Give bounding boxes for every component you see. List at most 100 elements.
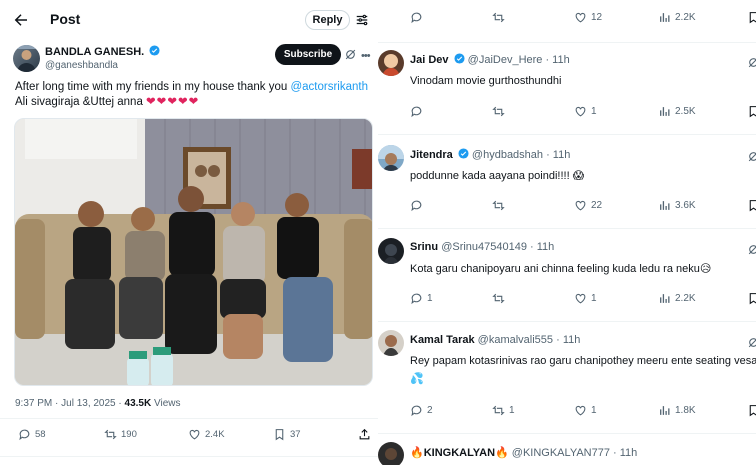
views-action[interactable]: 2.5K: [658, 105, 696, 118]
like-action[interactable]: 1: [574, 404, 597, 417]
reply-action[interactable]: 2: [410, 404, 433, 417]
author-avatar[interactable]: [13, 45, 40, 72]
reply-author[interactable]: Srinu @Srinu47540149 · 11h: [410, 241, 554, 253]
like-action[interactable]: 22: [574, 199, 602, 212]
post-header: Post Reply: [0, 0, 378, 40]
bookmark-icon[interactable]: [747, 11, 756, 24]
bookmark-icon[interactable]: [747, 105, 756, 118]
heart-icon: [575, 293, 586, 304]
mention-link[interactable]: @actorsrikanth: [290, 81, 368, 93]
divider: [378, 433, 756, 434]
post-photo[interactable]: [14, 118, 373, 386]
sad-emoji: 😥: [699, 262, 712, 275]
bookmark-icon[interactable]: [747, 292, 756, 305]
retweet-action[interactable]: 1: [492, 404, 515, 417]
like-action[interactable]: 12: [574, 11, 602, 24]
views-action[interactable]: 2.2K: [658, 292, 696, 305]
retweet-action[interactable]: [492, 105, 505, 118]
reply-action[interactable]: 58: [18, 428, 46, 441]
retweet-icon: [492, 12, 505, 23]
reply-text: Vinodam movie gurthosthundhi: [410, 75, 562, 87]
bookmark-action[interactable]: 37: [273, 428, 301, 441]
comment-icon: [411, 12, 422, 24]
verified-badge-icon: [458, 148, 469, 159]
retweet-action[interactable]: [492, 199, 505, 212]
bookmark-icon[interactable]: [747, 199, 756, 212]
verified-badge-icon: [454, 53, 465, 64]
reply-author[interactable]: Jitendra @hydbadshah · 11h: [410, 148, 570, 161]
fire-emoji: 🔥: [495, 446, 509, 459]
grok-icon[interactable]: [344, 48, 357, 61]
views-chart-icon: [660, 201, 670, 210]
grok-icon[interactable]: [747, 150, 756, 163]
author-handle[interactable]: @ganeshbandla: [45, 60, 118, 71]
author-name[interactable]: BANDLA GANESH.: [45, 45, 160, 58]
bookmark-icon[interactable]: [747, 404, 756, 417]
reply-actions: 1 2.5K: [378, 105, 756, 120]
retweet-icon: [492, 106, 505, 117]
reply-actions: 2 1 1 1.8K: [378, 404, 756, 419]
views-action[interactable]: 1.8K: [658, 404, 696, 417]
retweet-action[interactable]: [492, 11, 505, 24]
reply-avatar[interactable]: [378, 238, 404, 264]
divider: [378, 134, 756, 135]
divider: [0, 456, 378, 457]
subscribe-button[interactable]: Subscribe: [275, 44, 341, 65]
sweat-drops-emoji: 💦: [410, 372, 424, 385]
reply-action[interactable]: [410, 199, 423, 212]
verified-badge-icon: [149, 45, 160, 56]
more-options-icon[interactable]: •••: [361, 50, 371, 62]
retweet-action[interactable]: [492, 292, 505, 305]
heart-icon: [575, 200, 586, 211]
retweet-icon: [104, 429, 117, 440]
heart-icon: [189, 429, 200, 440]
post-meta: 9:37 PM · Jul 13, 2025 · 43.5K Views: [15, 398, 181, 409]
share-action[interactable]: [358, 428, 371, 441]
grok-icon[interactable]: [747, 56, 756, 69]
post-panel: Post Reply BANDLA GANESH. @ganeshbandla …: [0, 0, 378, 465]
reply-action[interactable]: [410, 11, 423, 24]
back-arrow-icon[interactable]: [12, 11, 30, 29]
post-actions: 58 190 2.4K 37: [0, 428, 378, 448]
reply-author[interactable]: 🔥KINGKALYAN🔥 @KINGKALYAN777 · 11h: [410, 446, 637, 459]
grok-icon[interactable]: [747, 336, 756, 349]
comment-icon: [411, 200, 422, 212]
filter-icon[interactable]: [355, 13, 369, 27]
reply-action[interactable]: 1: [410, 292, 433, 305]
divider: [0, 418, 378, 419]
heart-icon: [575, 12, 586, 23]
views-action[interactable]: 2.2K: [658, 11, 696, 24]
heart-icon: [575, 405, 586, 416]
comment-icon: [411, 106, 422, 118]
grok-icon[interactable]: [747, 243, 756, 256]
like-action[interactable]: 1: [574, 105, 597, 118]
divider: [378, 42, 756, 43]
views-chart-icon: [660, 107, 670, 116]
shocked-emoji: 😱: [572, 169, 585, 182]
reply-author[interactable]: Jai Dev @JaiDev_Here · 11h: [410, 53, 570, 66]
reply-author[interactable]: Kamal Tarak @kamalvali555 · 11h: [410, 334, 580, 346]
like-action[interactable]: 2.4K: [188, 428, 225, 441]
heart-icon: [575, 106, 586, 117]
comment-icon: [19, 429, 30, 441]
reply-text: Rey papam kotasrinivas rao garu chanipot…: [410, 355, 756, 367]
divider: [378, 321, 756, 322]
retweet-action[interactable]: 190: [104, 428, 137, 441]
reply-avatar[interactable]: [378, 330, 404, 356]
retweet-icon: [492, 405, 505, 416]
reply-avatar[interactable]: [378, 50, 404, 76]
tweet-text: After long time with my friends in my ho…: [15, 81, 368, 108]
views-action[interactable]: 3.6K: [658, 199, 696, 212]
views-count: 43.5K: [124, 398, 152, 409]
reply-avatar[interactable]: [378, 145, 404, 171]
reply-button[interactable]: Reply: [305, 10, 350, 30]
like-action[interactable]: 1: [574, 292, 597, 305]
retweet-icon: [492, 293, 505, 304]
reply-actions: 22 3.6K: [378, 199, 756, 214]
views-chart-icon: [660, 406, 670, 415]
heart-emojis: ❤❤❤❤❤: [146, 96, 200, 108]
reply-action[interactable]: [410, 105, 423, 118]
reply-avatar[interactable]: [378, 442, 404, 465]
reply-text: Kota garu chanipoyaru ani chinna feeling…: [410, 262, 712, 275]
divider: [378, 228, 756, 229]
